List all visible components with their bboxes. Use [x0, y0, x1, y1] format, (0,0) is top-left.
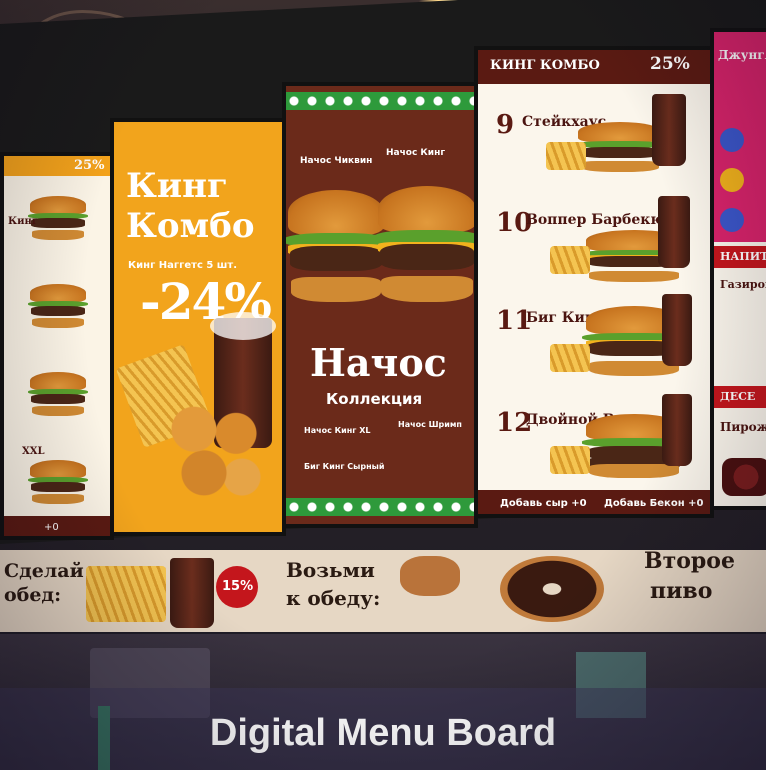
promo-title: Кинг — [126, 166, 228, 206]
soda-cup-image — [170, 558, 214, 628]
burger-image — [27, 284, 89, 328]
counter-banner-left-text: обед: — [4, 584, 62, 606]
fries-image — [86, 566, 166, 622]
fries-image — [550, 344, 590, 372]
combo-header-title: КИНГ КОМБО — [490, 58, 600, 73]
nuggets-image — [164, 398, 264, 502]
combo-header-discount: 25% — [650, 54, 690, 74]
combo-row: 10 Воппер Барбекю — [486, 190, 702, 282]
nachos-item-label: Начос Кинг — [386, 148, 446, 158]
king-combo-menu-panel: КИНГ КОМБО 25% 9 Стейкхаус 10 Воппер Бар… — [474, 46, 714, 518]
combo-row: 11 Биг Кинг XXL — [486, 288, 702, 376]
left-panel-label: XXL — [22, 446, 45, 457]
toy-icon — [720, 208, 744, 232]
caption-text: Digital Menu Board — [209, 712, 557, 754]
counter-banner-right-text: пиво — [650, 578, 713, 604]
desserts-header: ДЕСЕ — [720, 390, 756, 403]
promo-title: Комбо — [126, 206, 255, 246]
left-panel-footer — [4, 516, 110, 536]
combo-footer-bacon: Добавь Бекон +0 — [604, 498, 704, 509]
burger-image — [27, 460, 89, 504]
nachos-burger-image — [286, 190, 388, 302]
combo-row: 9 Стейкхаус — [486, 92, 702, 180]
nachos-subtitle: Коллекция — [326, 390, 423, 408]
nachos-item-label: Начос Шримп — [398, 420, 462, 429]
left-menu-panel: 25% Кинг XXL +0 — [0, 152, 114, 540]
burger-image — [27, 372, 89, 416]
nachos-item-label: Начос Кинг XL — [304, 426, 371, 435]
counter-banner-left-text: Сделай — [4, 560, 84, 582]
drinks-item: Газиров — [720, 278, 766, 291]
soda-cup-lid — [210, 312, 276, 340]
nachos-title: Начос — [310, 340, 447, 385]
left-panel-footer-text: +0 — [44, 522, 59, 533]
fries-image — [546, 142, 586, 170]
soda-cup-image — [658, 196, 690, 268]
bottom-dot-strip — [286, 498, 474, 516]
jungle-promo-title: Джунгли — [718, 48, 766, 62]
combo-footer-cheese: Добавь сыр +0 — [500, 498, 587, 509]
discount-badge-text: 15% — [222, 579, 254, 594]
counter-banner-center-text: к обеду: — [286, 586, 381, 610]
nachos-burger-image — [374, 186, 474, 302]
fries-image — [550, 246, 590, 274]
promo-subtitle: Кинг Наггетс 5 шт. — [128, 260, 238, 271]
counter-banner-right-text: Второе — [644, 548, 735, 574]
king-combo-promo-panel: Кинг Комбо Кинг Наггетс 5 шт. -24% — [110, 118, 286, 536]
combo-name: Воппер Барбекю — [526, 212, 665, 228]
top-dot-strip — [286, 92, 474, 110]
nachos-item-label: Биг Кинг Сырный — [304, 462, 385, 471]
menu-board-photo: 25% Кинг XXL +0 Кинг Комбо Кинг Наггетс … — [0, 0, 766, 770]
right-menu-panel: Джунгли НАПИТ Газиров ДЕСЕ Пирож — [710, 28, 766, 510]
desserts-item: Пирож — [720, 420, 766, 434]
soda-cup-image — [662, 294, 692, 366]
drinks-header: НАПИТ — [720, 250, 766, 263]
burger-image — [574, 122, 666, 172]
donut-image — [500, 556, 604, 622]
burger-image — [27, 196, 89, 240]
left-panel-label: Кинг — [8, 216, 38, 227]
nachos-item-label: Начос Чиквин — [300, 156, 373, 166]
fries-image — [550, 446, 590, 474]
nachos-collection-panel: Начос Чиквин Начос Кинг Начос Коллекция … — [282, 82, 478, 528]
pastry-image — [400, 556, 460, 596]
left-panel-discount: 25% — [74, 158, 105, 173]
combo-number: 9 — [496, 110, 515, 140]
counter-banner-center-text: Возьми — [286, 558, 375, 582]
soda-cup-image — [662, 394, 692, 466]
toy-icon — [720, 168, 744, 192]
combo-row: 12 Двойной Воппер — [486, 390, 702, 478]
toy-icon — [720, 128, 744, 152]
pie-image — [722, 458, 766, 496]
soda-cup-image — [652, 94, 686, 166]
